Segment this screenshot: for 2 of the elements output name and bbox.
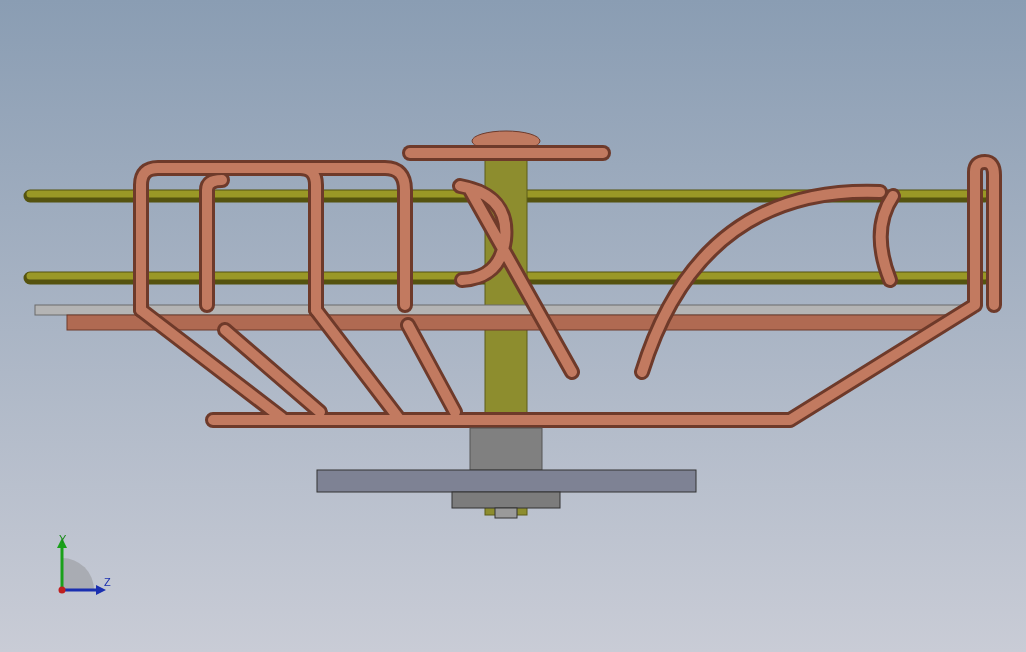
axis-label: Y — [59, 533, 67, 545]
axis-label: Z — [104, 576, 111, 588]
